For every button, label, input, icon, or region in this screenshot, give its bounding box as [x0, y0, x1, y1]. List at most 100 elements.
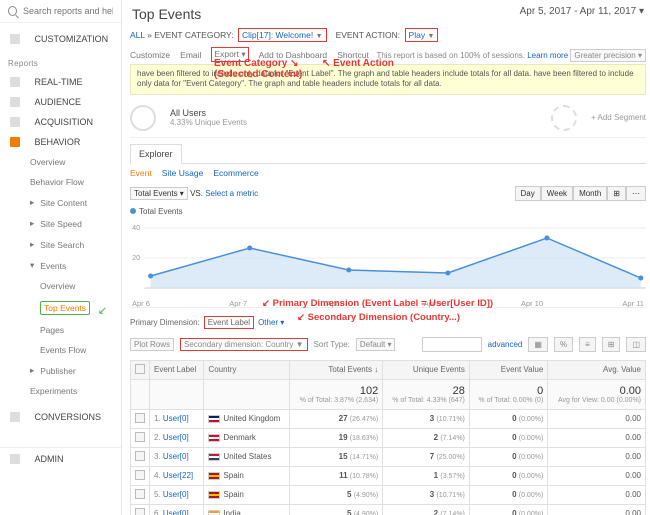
- view-more-icon[interactable]: ⋯: [626, 186, 646, 201]
- plot-rows-btn[interactable]: Plot Rows: [130, 338, 174, 351]
- learn-more-link[interactable]: Learn more: [527, 51, 568, 60]
- view-day[interactable]: Day: [515, 186, 541, 201]
- dashboard-icon: [10, 34, 20, 44]
- pd-event-label[interactable]: Event Label: [204, 316, 254, 329]
- country-flag-icon: [208, 472, 220, 480]
- nav-site-speed[interactable]: ▸ Site Speed: [0, 213, 121, 234]
- tool-email[interactable]: Email: [180, 50, 201, 60]
- nav-behavior-overview[interactable]: Overview: [0, 152, 121, 172]
- summary-row: 102% of Total: 3.87% (2,634) 28% of Tota…: [131, 379, 646, 409]
- nav-admin[interactable]: ADMIN: [0, 447, 121, 469]
- row-checkbox[interactable]: [135, 451, 145, 461]
- event-label-link[interactable]: User[0]: [163, 433, 189, 442]
- nav-audience[interactable]: AUDIENCE: [0, 92, 121, 112]
- subtab-site-usage[interactable]: Site Usage: [162, 168, 204, 178]
- table-row[interactable]: 6. User[0]India5 (4.90%)2 (7.14%)0 (0.00…: [131, 504, 646, 515]
- metric-primary[interactable]: Total Events ▾: [130, 187, 188, 200]
- nav-realtime[interactable]: REAL-TIME: [0, 72, 121, 92]
- view-month[interactable]: Month: [573, 186, 607, 201]
- line-chart: 40 20 Apr 6Apr 7Apr 8 Apr 9Apr 10Apr 11: [130, 218, 646, 308]
- nav-experiments[interactable]: Experiments: [0, 381, 121, 401]
- country-flag-icon: [208, 415, 220, 423]
- nav-events[interactable]: ▾ Events: [0, 255, 121, 276]
- country-flag-icon: [208, 491, 220, 499]
- anno-secondary-dim: ↙ Secondary Dimension (Country...): [297, 312, 460, 323]
- event-label-link[interactable]: User[0]: [163, 414, 189, 423]
- event-label-link[interactable]: User[0]: [163, 490, 189, 499]
- table-row[interactable]: 3. User[0]United States15 (14.71%)7 (25.…: [131, 447, 646, 466]
- segment-name[interactable]: All Users: [170, 108, 247, 118]
- explorer-tabs: Explorer: [130, 144, 646, 164]
- date-range[interactable]: Apr 5, 2017 - Apr 11, 2017 ▾: [520, 6, 644, 17]
- subtab-event[interactable]: Event: [130, 168, 152, 178]
- anno-event-action: ↖ Event Action: [322, 58, 394, 69]
- tool-customize[interactable]: Customize: [130, 50, 170, 60]
- advanced-link[interactable]: advanced: [488, 340, 523, 349]
- nav-reports-heading: Reports: [0, 55, 121, 72]
- event-label-link[interactable]: User[0]: [163, 452, 189, 461]
- row-checkbox[interactable]: [135, 508, 145, 515]
- view-compare-icon[interactable]: ⊞: [602, 337, 621, 352]
- tab-explorer[interactable]: Explorer: [130, 144, 182, 164]
- nav-top-events[interactable]: Top Events↙: [0, 296, 121, 320]
- event-label-link[interactable]: User[22]: [163, 471, 193, 480]
- nav-acquisition[interactable]: ACQUISITION: [0, 112, 121, 132]
- flag-icon: [10, 412, 20, 422]
- clock-icon: [10, 77, 20, 87]
- behavior-icon: [10, 137, 20, 147]
- arrow-annotation: ↙: [98, 304, 107, 317]
- subtab-ecommerce[interactable]: Ecommerce: [213, 168, 258, 178]
- view-pct-icon[interactable]: %: [554, 337, 573, 352]
- row-checkbox[interactable]: [135, 489, 145, 499]
- nav-customization[interactable]: CUSTOMIZATION: [0, 29, 121, 49]
- table-row[interactable]: 1. User[0]United Kingdom27 (26.47%)3 (10…: [131, 409, 646, 428]
- view-week[interactable]: Week: [541, 186, 573, 201]
- nav-behavior[interactable]: BEHAVIOR: [0, 132, 121, 152]
- table-row[interactable]: 4. User[22]Spain11 (10.78%)1 (3.57%)0 (0…: [131, 466, 646, 485]
- nav-site-content[interactable]: ▸ Site Content: [0, 192, 121, 213]
- nav-events-flow[interactable]: Events Flow: [0, 340, 121, 360]
- secondary-dimension[interactable]: Secondary dimension: Country ▼: [180, 338, 308, 351]
- segment-circle: [130, 105, 156, 131]
- search-bar[interactable]: [0, 0, 121, 23]
- table-row[interactable]: 5. User[0]Spain5 (4.90%)3 (10.71%)0 (0.0…: [131, 485, 646, 504]
- table-search[interactable]: [422, 337, 482, 352]
- nav-events-overview[interactable]: Overview: [0, 276, 121, 296]
- event-label-link[interactable]: User[0]: [163, 509, 189, 515]
- row-checkbox[interactable]: [135, 470, 145, 480]
- metric-secondary[interactable]: Select a metric: [205, 189, 258, 198]
- bc-all[interactable]: ALL: [130, 30, 145, 40]
- add-segment-circle[interactable]: [551, 105, 577, 131]
- gear-icon: [10, 454, 20, 464]
- nav-site-search[interactable]: ▸ Site Search: [0, 234, 121, 255]
- chart-legend: Total Events: [130, 205, 646, 218]
- nav-events-pages[interactable]: Pages: [0, 320, 121, 340]
- row-checkbox[interactable]: [135, 432, 145, 442]
- svg-text:20: 20: [132, 254, 140, 262]
- nav-conversions[interactable]: CONVERSIONS: [0, 407, 121, 427]
- sort-type[interactable]: Default ▾: [356, 338, 396, 351]
- checkbox-all[interactable]: [135, 364, 145, 374]
- bc-event-action[interactable]: Play ▼: [405, 28, 439, 42]
- table-row[interactable]: 2. User[0]Denmark19 (18.63%)2 (7.14%)0 (…: [131, 428, 646, 447]
- nav-behavior-flow[interactable]: Behavior Flow: [0, 172, 121, 192]
- pd-other[interactable]: Other ▾: [258, 318, 284, 327]
- arrow-icon: [10, 117, 20, 127]
- breadcrumb: ALL » EVENT CATEGORY: Clip[17]: Welcome!…: [130, 28, 646, 44]
- view-chart-icon[interactable]: ⊞: [607, 186, 626, 201]
- anno-primary-dim: ↙ Primary Dimension (Event Label = User[…: [262, 298, 493, 309]
- bc-event-category[interactable]: Clip[17]: Welcome! ▼: [238, 28, 327, 42]
- anno-event-category: Event Category ↘(Selected Content): [214, 58, 302, 80]
- view-perf-icon[interactable]: ≡: [579, 337, 596, 352]
- add-segment[interactable]: + Add Segment: [591, 113, 646, 122]
- row-checkbox[interactable]: [135, 413, 145, 423]
- search-icon: [8, 6, 17, 16]
- person-icon: [10, 97, 20, 107]
- precision-select[interactable]: Greater precision ▾: [570, 49, 646, 62]
- view-table-icon[interactable]: ▦: [528, 337, 548, 352]
- nav-publisher[interactable]: ▸ Publisher: [0, 360, 121, 381]
- view-pivot-icon[interactable]: ◫: [626, 337, 646, 352]
- data-table: Event LabelCountry Total Events ↓Unique …: [130, 360, 646, 515]
- country-flag-icon: [208, 510, 220, 515]
- search-input[interactable]: [23, 6, 113, 16]
